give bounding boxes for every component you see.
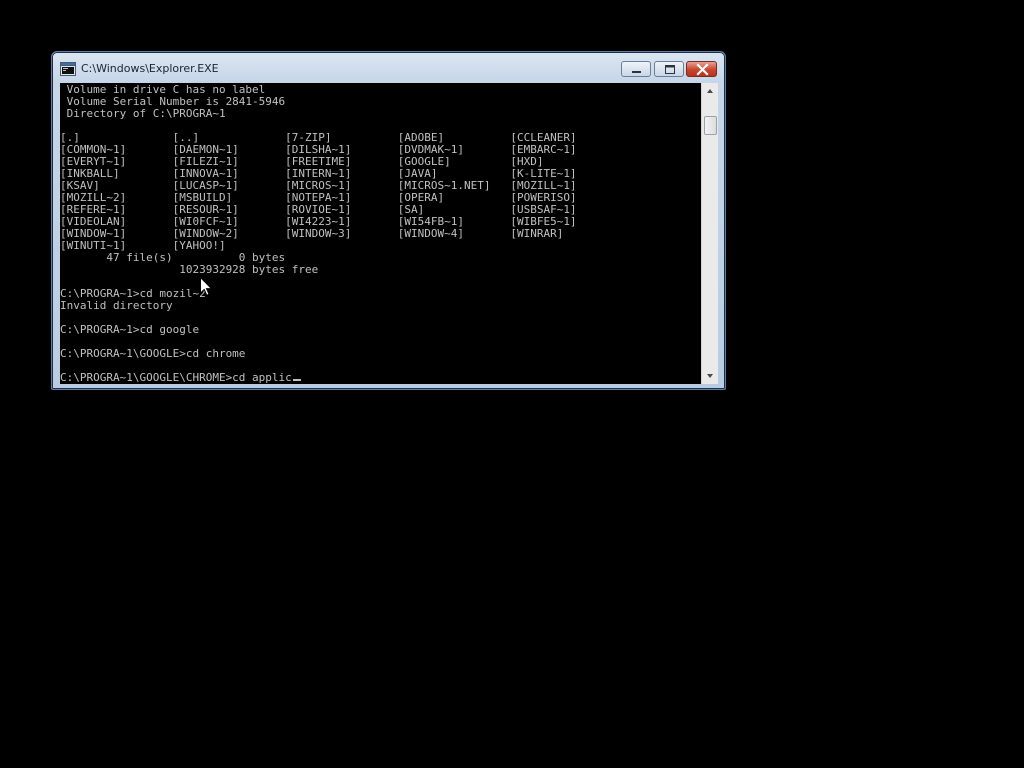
maximize-icon	[665, 65, 675, 74]
console-app-icon	[60, 61, 76, 76]
window-title: C:\Windows\Explorer.EXE	[81, 62, 219, 75]
console-line: Directory of C:\PROGRA~1	[60, 107, 226, 120]
maximize-button[interactable]	[654, 61, 684, 77]
text-cursor	[292, 379, 301, 381]
minimize-icon	[632, 71, 641, 73]
mouse-pointer-icon	[200, 277, 212, 296]
arrow-down-icon	[707, 374, 713, 378]
scroll-thumb[interactable]	[704, 116, 717, 135]
console-output[interactable]: Volume in drive C has no label Volume Se…	[60, 83, 701, 384]
close-button[interactable]	[686, 61, 717, 77]
console-line: 1023932928 bytes free	[60, 263, 319, 276]
scroll-up-button[interactable]	[702, 83, 718, 99]
console-line: C:\PROGRA~1\GOOGLE>cd chrome	[60, 347, 246, 360]
command-prompt-line[interactable]: C:\PROGRA~1\GOOGLE\CHROME>cd applic	[60, 372, 301, 384]
command-prompt-text: C:\PROGRA~1\GOOGLE\CHROME>cd applic	[60, 371, 292, 384]
minimize-button[interactable]	[621, 61, 651, 77]
close-icon	[696, 63, 709, 76]
scroll-down-button[interactable]	[702, 368, 718, 384]
console-window[interactable]: C:\Windows\Explorer.EXE Volume in drive …	[51, 51, 726, 390]
vertical-scrollbar[interactable]	[701, 83, 718, 384]
arrow-up-icon	[707, 89, 713, 93]
console-line: Invalid directory	[60, 299, 173, 312]
console-line: C:\PROGRA~1>cd google	[60, 323, 200, 336]
title-bar[interactable]: C:\Windows\Explorer.EXE	[52, 52, 725, 83]
